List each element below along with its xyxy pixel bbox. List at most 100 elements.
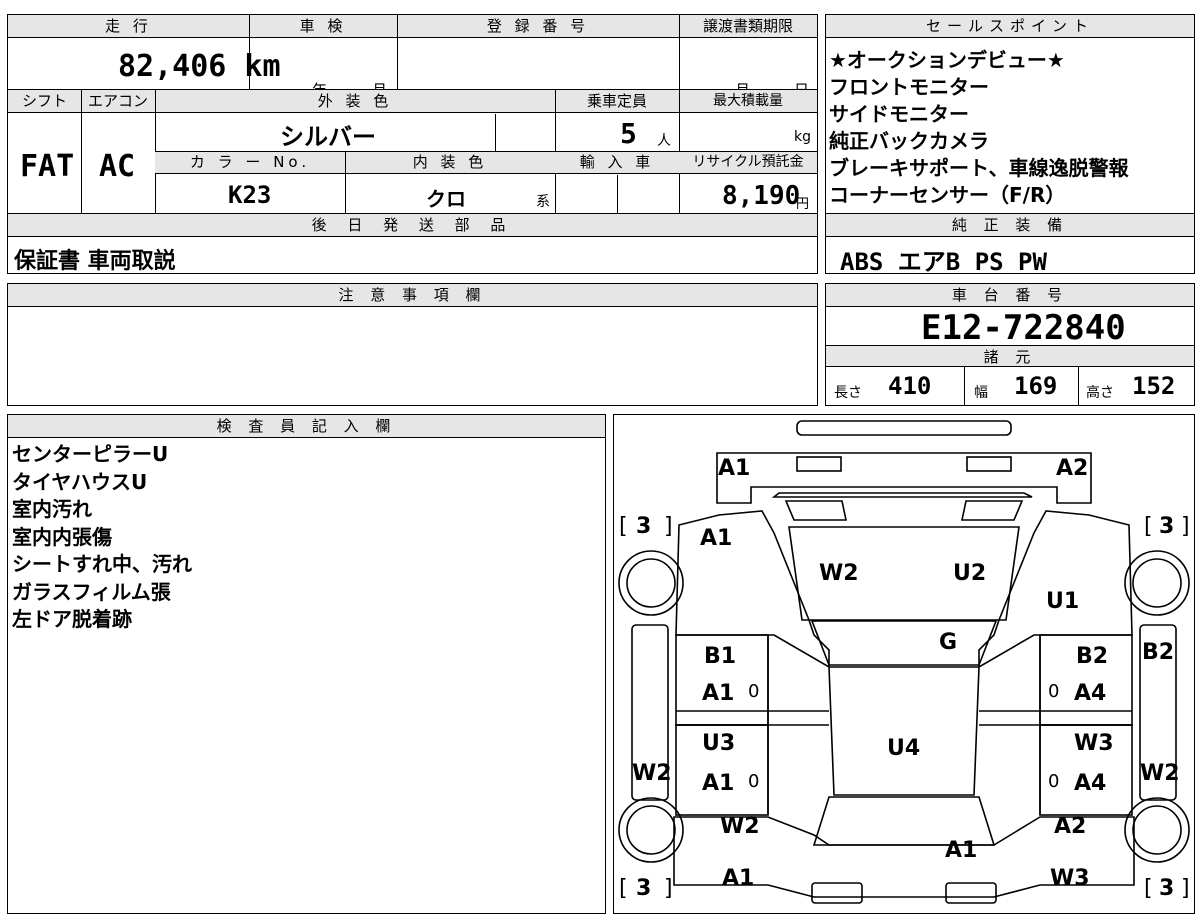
capacity-value: 5 xyxy=(620,117,637,150)
roof-mark: U4 xyxy=(887,736,920,761)
inspector-note-item: 室内汚れ xyxy=(12,497,92,521)
exterior-color-label: 外 装 色 xyxy=(317,92,393,110)
fender-left-mark: A1 xyxy=(700,526,732,551)
capacity-unit: 人 xyxy=(657,133,671,149)
svg-text:[: [ xyxy=(619,514,628,539)
height-value: 152 xyxy=(1132,372,1176,400)
rear-door-right-mark: A4 xyxy=(1074,771,1106,796)
chassis-label: 車 台 番 号 xyxy=(826,284,1194,307)
inspector-note-item: ガラスフィルム張 xyxy=(12,579,171,604)
color-number-value: K23 xyxy=(228,181,272,209)
max-load-unit: kg xyxy=(794,129,811,145)
sill-left-mark: W2 xyxy=(632,761,672,786)
car-diagram: [] [] [] [] 3 3 3 3 A1 A2 A1 W2 U2 U1 G … xyxy=(618,420,1190,904)
front-door-left-zero: 0 xyxy=(748,681,759,702)
svg-text:[: [ xyxy=(1144,876,1153,901)
sales-point-item: ★オークションデビュー★ xyxy=(829,48,1065,72)
pillar-right-mark: B2 xyxy=(1076,644,1108,669)
max-load-label: 最大積載量 xyxy=(713,93,783,109)
svg-text:]: ] xyxy=(1181,514,1190,539)
sales-points-box: セールスポイント ★オークションデビュー★ フロントモニター サイドモニター 純正バッ… xyxy=(825,14,1195,214)
registration-label: 登 録 番 号 xyxy=(486,17,590,35)
pillar-left-mark: B1 xyxy=(704,644,736,669)
recycle-label: リサイクル預託金 xyxy=(692,154,804,170)
length-label: 長さ xyxy=(834,385,862,401)
tire-rear-right-grade: 3 xyxy=(1159,876,1174,901)
sales-point-item: ブレーキサポート、車線逸脱警報 xyxy=(829,156,1129,180)
rear-right-mark: W3 xyxy=(1050,866,1090,891)
trunk-mark: A1 xyxy=(945,838,977,863)
mileage-label: 走 行 xyxy=(105,17,152,35)
front-right-mark: A2 xyxy=(1056,456,1088,481)
sales-points-label: セールスポイント xyxy=(826,15,1194,38)
ac-value: AC xyxy=(99,149,136,184)
front-door-left-mark: A1 xyxy=(702,681,734,706)
hood-right-mark: U2 xyxy=(953,561,986,586)
car-diagram-box: [] [] [] [] 3 3 3 3 A1 A2 A1 W2 U2 U1 G … xyxy=(613,414,1195,914)
tire-front-right-grade: 3 xyxy=(1159,514,1174,539)
windshield-mark: G xyxy=(939,630,957,655)
interior-color-value: クロ xyxy=(426,187,466,211)
capacity-label: 乗車定員 xyxy=(586,92,647,110)
transfer-deadline-label: 譲渡書類期限 xyxy=(702,17,793,35)
recycle-value: 8,190 xyxy=(722,181,801,211)
color-number-label: カ ラ ー No. xyxy=(189,153,311,171)
equipment-box: 純 正 装 備 ABS エアB PS PW xyxy=(825,213,1195,276)
svg-text:]: ] xyxy=(664,876,673,901)
svg-text:]: ] xyxy=(664,514,673,539)
sales-point-item: サイドモニター xyxy=(829,102,969,126)
inspector-label: 検 査 員 記 入 欄 xyxy=(8,415,605,438)
interior-color-label: 内 装 色 xyxy=(412,153,488,171)
sales-point-item: フロントモニター xyxy=(829,75,989,99)
svg-text:[: [ xyxy=(619,876,628,901)
later-parts-label: 後 日 発 送 部 品 xyxy=(311,216,514,234)
inspection-label: 車 検 xyxy=(299,17,347,35)
svg-text:[: [ xyxy=(1144,514,1153,539)
exterior-color-value: シルバー xyxy=(280,123,376,151)
inspector-note-item: 室内内張傷 xyxy=(12,524,112,549)
tire-rear-left-grade: 3 xyxy=(636,876,651,901)
front-door-right-zero: 0 xyxy=(1048,681,1059,702)
specs-label: 諸 元 xyxy=(826,345,1194,367)
width-value: 169 xyxy=(1014,372,1058,400)
length-value: 410 xyxy=(888,372,932,400)
rear-door-left-mark: A1 xyxy=(702,771,734,796)
ac-label: エアコン xyxy=(87,92,148,110)
sales-point-item: コーナーセンサー（F/R） xyxy=(829,183,1066,207)
rear-door-right-top-mark: W3 xyxy=(1074,731,1114,756)
sales-points-list: ★オークションデビュー★ フロントモニター サイドモニター 純正バックカメラブレーキサ… xyxy=(829,47,1129,209)
inspector-note-item: センターピラーU xyxy=(12,442,169,466)
rear-left-mark: A1 xyxy=(722,866,754,891)
rear-door-right-zero: 0 xyxy=(1048,771,1059,792)
fender-right-mark: U1 xyxy=(1046,589,1079,614)
later-parts-value: 保証書 車両取説 xyxy=(14,249,176,274)
import-label: 輸 入 車 xyxy=(579,153,655,171)
shift-value: FAT xyxy=(20,149,75,184)
equipment-value: ABS エアB PS PW xyxy=(840,248,1047,276)
interior-color-unit: 系 xyxy=(536,194,550,210)
main-info-table: 走 行 車 検 登 録 番 号 譲渡書類期限 82,406 km 年 月 月 日… xyxy=(7,14,818,274)
inspector-note-item: シートすれ中、汚れ xyxy=(12,552,192,576)
sill-right-mark: W2 xyxy=(1140,761,1180,786)
inspector-note-item: 左ドア脱着跡 xyxy=(12,607,132,631)
equipment-label: 純 正 装 備 xyxy=(826,214,1194,237)
svg-text:]: ] xyxy=(1181,876,1190,901)
tire-front-left-grade: 3 xyxy=(636,514,651,539)
front-left-mark: A1 xyxy=(718,456,750,481)
notes-box: 注 意 事 項 欄 xyxy=(7,283,818,406)
inspector-box: 検 査 員 記 入 欄 センターピラーU タイヤハウスU 室内汚れ室内内張傷シートす… xyxy=(7,414,606,914)
rear-fender-right-mark: A2 xyxy=(1054,814,1086,839)
chassis-value: E12-722840 xyxy=(921,308,1126,348)
recycle-unit: 円 xyxy=(796,197,810,212)
hood-left-mark: W2 xyxy=(819,561,859,586)
inspector-note-item: タイヤハウスU xyxy=(12,469,148,494)
sales-point-item: 純正バックカメラ xyxy=(829,129,989,153)
rear-door-left-zero: 0 xyxy=(748,771,759,792)
notes-label: 注 意 事 項 欄 xyxy=(8,284,817,307)
mileage-value: 82,406 km xyxy=(118,49,281,84)
chassis-box: 車 台 番 号 E12-722840 諸 元 長さ 410 幅 169 高さ 1… xyxy=(825,283,1195,406)
inspector-list: センターピラーU タイヤハウスU 室内汚れ室内内張傷シートすれ中、汚れ ガラスフィルム… xyxy=(12,441,192,634)
rear-fender-left-mark: W2 xyxy=(720,814,760,839)
shift-label: シフト xyxy=(21,92,67,110)
height-label: 高さ xyxy=(1086,385,1114,401)
